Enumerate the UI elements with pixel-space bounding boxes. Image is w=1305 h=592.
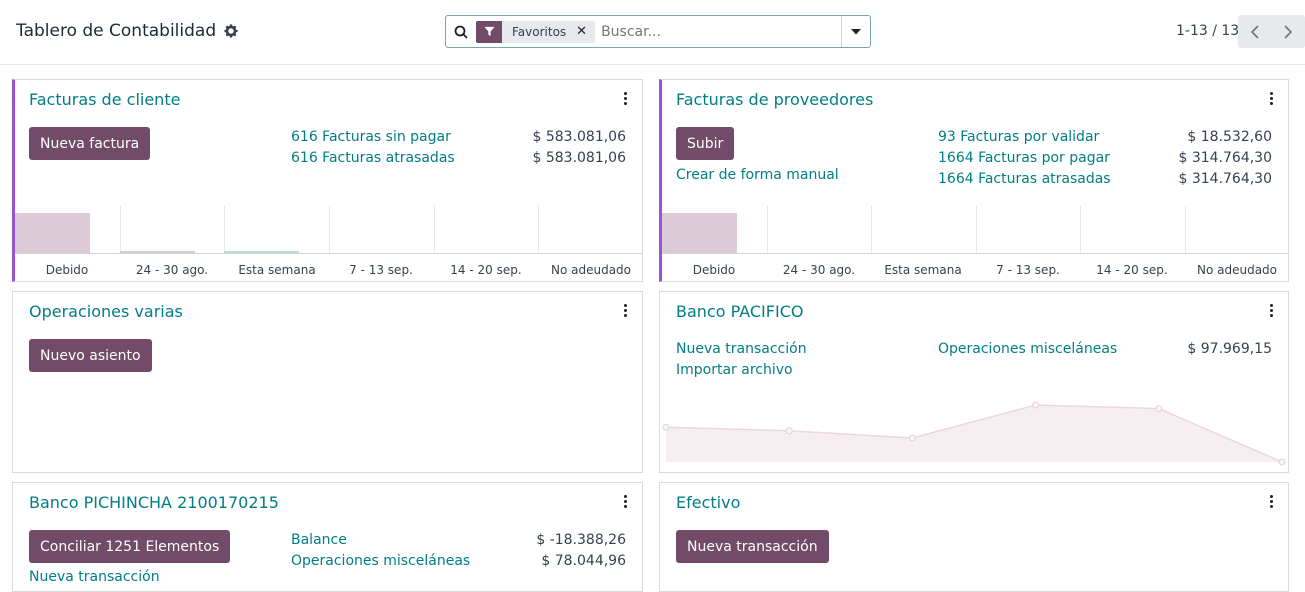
breadcrumb: Tablero de Contabilidad <box>16 21 238 41</box>
chart-x-label: Debido <box>45 263 89 277</box>
new-transaction-link[interactable]: Nueva transacción <box>676 341 807 357</box>
chart-point <box>1032 401 1040 409</box>
filter-icon <box>476 20 502 43</box>
journal-card-misc-operations: Operaciones varias Nuevo asiento <box>12 291 643 473</box>
aging-bar-chart[interactable]: Debido 24 - 30 ago. Esta semana 7 - 13 sep.… <box>662 80 1289 281</box>
chart-gridline <box>1185 206 1186 253</box>
chart-x-label: Esta semana <box>884 263 962 277</box>
chevron-left-icon <box>1251 24 1259 39</box>
card-title[interactable]: Banco PICHINCHA 2100170215 <box>29 493 279 512</box>
facet-label: Favoritos <box>512 24 567 39</box>
misc-operations-amount: $ 97.969,15 <box>1187 341 1272 357</box>
chart-gridline <box>976 206 977 253</box>
card-title[interactable]: Operaciones varias <box>29 302 183 321</box>
chart-x-label: 24 - 30 ago. <box>782 263 856 277</box>
chart-gridline <box>434 206 435 253</box>
card-title[interactable]: Banco PACIFICO <box>676 302 803 321</box>
chart-gridline <box>1080 206 1081 253</box>
chart-bar[interactable] <box>224 251 299 253</box>
misc-operations-link[interactable]: Operaciones misceláneas <box>938 341 1117 357</box>
kebab-menu-icon[interactable] <box>1270 495 1274 509</box>
journal-card-customer-invoices: Facturas de cliente Nueva factura 616 Fa… <box>12 79 643 282</box>
new-entry-button[interactable]: Nuevo asiento <box>29 339 152 372</box>
chart-bar[interactable] <box>15 213 90 253</box>
chart-gridline <box>120 206 121 253</box>
kebab-menu-icon[interactable] <box>624 495 628 509</box>
search-bar: Favoritos ✕ <box>445 15 871 48</box>
chart-x-label: 7 - 13 sep. <box>349 263 413 277</box>
page-title: Tablero de Contabilidad <box>16 21 217 41</box>
chart-x-label: No adeudado <box>1196 263 1278 277</box>
chart-x-label: No adeudado <box>550 263 632 277</box>
chart-bar[interactable] <box>120 251 195 253</box>
gear-icon[interactable] <box>224 24 238 38</box>
chart-area <box>666 405 1282 462</box>
reconcile-button[interactable]: Conciliar 1251 Elementos <box>29 530 231 563</box>
journal-card-bank-pacifico: Banco PACIFICO Nueva transacción Importa… <box>659 291 1289 473</box>
pager-next-button[interactable] <box>1271 15 1305 48</box>
card-title[interactable]: Efectivo <box>676 493 740 512</box>
import-file-link[interactable]: Importar archivo <box>676 362 793 378</box>
balance-amount: $ -18.388,26 <box>536 532 626 548</box>
control-panel: Tablero de Contabilidad Favoritos ✕ Busc… <box>0 0 1305 65</box>
filter-facet: Favoritos ✕ <box>476 20 596 43</box>
chart-point <box>662 423 670 431</box>
chart-x-label: 24 - 30 ago. <box>135 263 209 277</box>
pager-value[interactable]: 1-13 / 13 <box>1176 23 1239 39</box>
chart-point <box>1155 405 1163 413</box>
kebab-menu-icon[interactable] <box>624 304 628 318</box>
balance-line-chart[interactable] <box>660 392 1288 472</box>
journal-card-vendor-bills: Facturas de proveedores Subir Crear de f… <box>659 79 1289 282</box>
new-transaction-button[interactable]: Nueva transacción <box>676 530 829 563</box>
pager-previous-button[interactable] <box>1238 15 1272 48</box>
chart-gridline <box>538 206 539 253</box>
misc-operations-link[interactable]: Operaciones misceláneas <box>291 553 470 569</box>
search-options-toggle[interactable] <box>841 16 870 47</box>
close-icon[interactable]: ✕ <box>576 24 587 39</box>
chart-x-label: 7 - 13 sep. <box>996 263 1060 277</box>
chart-point <box>1278 458 1286 466</box>
chart-x-label: 14 - 20 sep. <box>450 263 522 277</box>
chart-x-label: Debido <box>692 263 736 277</box>
new-transaction-link[interactable]: Nueva transacción <box>29 569 160 585</box>
chart-baseline <box>662 253 1289 254</box>
search-input[interactable] <box>601 23 841 40</box>
chart-baseline <box>15 253 643 254</box>
search-icon[interactable] <box>446 16 476 47</box>
chart-gridline <box>767 206 768 253</box>
chevron-right-icon <box>1284 24 1292 39</box>
kebab-menu-icon[interactable] <box>1270 304 1274 318</box>
chart-gridline <box>871 206 872 253</box>
misc-operations-amount: $ 78.044,96 <box>541 553 626 569</box>
aging-bar-chart[interactable]: Debido 24 - 30 ago. Esta semana 7 - 13 sep.… <box>15 80 643 281</box>
caret-down-icon <box>851 28 861 34</box>
chart-x-label: Esta semana <box>238 263 316 277</box>
chart-gridline <box>224 206 225 253</box>
chart-point <box>908 434 916 442</box>
balance-link[interactable]: Balance <box>291 532 347 548</box>
chart-x-label: 14 - 20 sep. <box>1096 263 1168 277</box>
chart-bar[interactable] <box>662 213 737 253</box>
chart-point <box>785 427 793 435</box>
chart-gridline <box>329 206 330 253</box>
